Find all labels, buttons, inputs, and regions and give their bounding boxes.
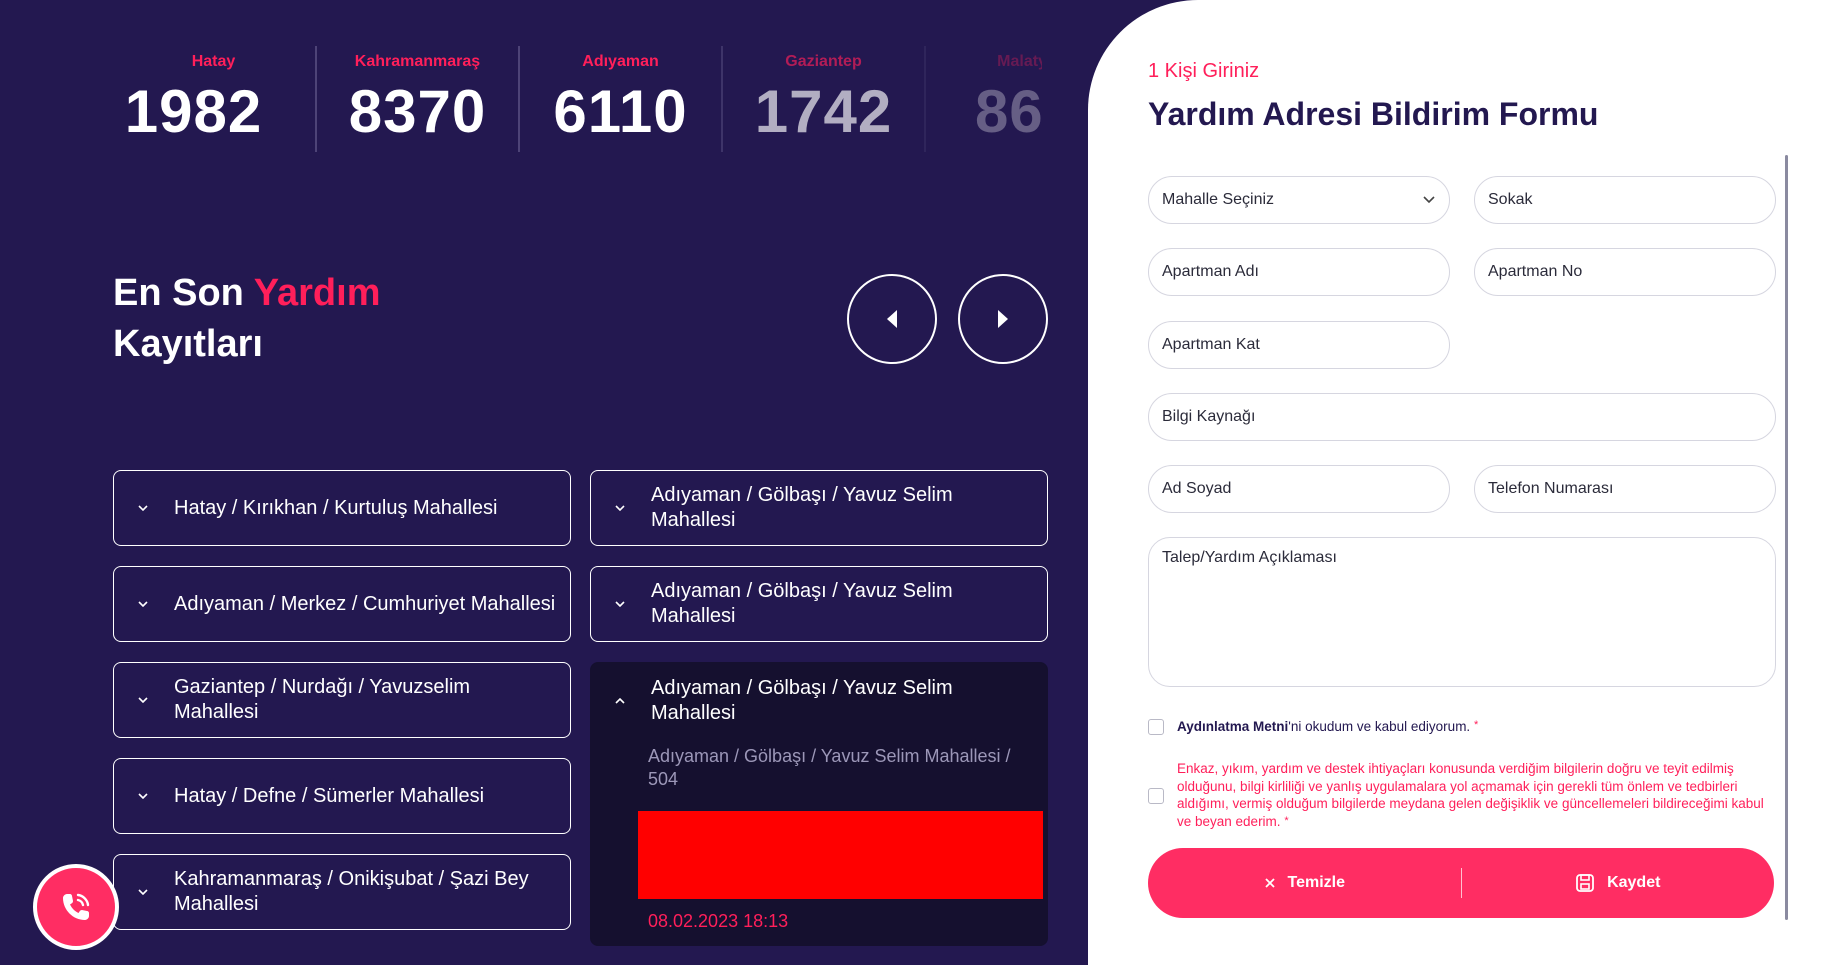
stat-adiyaman: Adıyaman 6110	[518, 46, 721, 152]
stat-city: Hatay	[191, 53, 236, 70]
stat-value: 6110	[553, 78, 688, 145]
ad-soyad-input[interactable]	[1162, 480, 1449, 498]
consent-declaration: Enkaz, yıkım, yardım ve destek ihtiyaçla…	[1177, 761, 1764, 829]
mahalle-select[interactable]: Mahalle Seçiniz	[1148, 176, 1450, 224]
bilgi-kaynagi-input[interactable]	[1162, 408, 1775, 426]
stat-city: Kahramanmaraş	[354, 53, 481, 70]
consent-text-2: Enkaz, yıkım, yardım ve destek ihtiyaçla…	[1177, 760, 1767, 830]
stat-kahramanmaras: Kahramanmaraş 8370	[315, 46, 518, 152]
aciklama-textarea[interactable]	[1162, 549, 1775, 669]
apartman-adi-field[interactable]	[1148, 248, 1450, 296]
record-item-open[interactable]: Adıyaman / Gölbaşı / Yavuz Selim Mahalle…	[590, 662, 1048, 946]
stat-value: 1982	[124, 78, 263, 145]
required-mark: *	[1473, 719, 1479, 731]
record-title: Adıyaman / Gölbaşı / Yavuz Selim Mahalle…	[651, 580, 953, 627]
mahalle-select-label: Mahalle Seçiniz	[1162, 191, 1275, 208]
telefon-field[interactable]	[1474, 465, 1776, 513]
record-detail: Adıyaman / Gölbaşı / Yavuz Selim Mahalle…	[648, 746, 1011, 789]
sokak-input[interactable]	[1488, 191, 1775, 209]
stat-gaziantep: Gaziantep 1742	[721, 46, 924, 152]
heading-part-2: Kayıtları	[113, 323, 263, 365]
consent-text-1: Aydınlatma Metni'ni okudum ve kabul ediy…	[1177, 719, 1478, 734]
stat-city: Malatya	[997, 53, 1042, 70]
aciklama-field[interactable]	[1148, 537, 1776, 687]
heading-accent: Yardım	[253, 272, 381, 314]
telefon-input[interactable]	[1488, 480, 1775, 498]
chevron-down-icon	[136, 501, 150, 515]
consent-row-1: Aydınlatma Metni'ni okudum ve kabul ediy…	[1148, 719, 1478, 735]
scrollbar[interactable]	[1785, 155, 1788, 920]
record-title: Adıyaman / Gölbaşı / Yavuz Selim Mahalle…	[651, 484, 953, 531]
phone-call-button[interactable]	[33, 864, 119, 950]
consent-text-rest: 'ni okudum ve kabul ediyorum.	[1288, 719, 1471, 734]
record-title: Hatay / Defne / Sümerler Mahallesi	[174, 784, 485, 807]
chevron-down-icon	[613, 597, 627, 611]
consent-checkbox-1[interactable]	[1148, 719, 1164, 735]
apartman-kat-input[interactable]	[1162, 336, 1449, 354]
record-title: Adıyaman / Merkez / Cumhuriyet Mahallesi	[174, 592, 556, 615]
left-panel: Hatay 1982 Kahramanmaraş 8370 Adıyaman 6…	[0, 0, 1110, 965]
save-label: Kaydet	[1607, 874, 1661, 891]
record-title: Adıyaman / Gölbaşı / Yavuz Selim Mahalle…	[651, 677, 953, 724]
apartman-no-input[interactable]	[1488, 263, 1775, 281]
heading-part-1: En Son	[113, 272, 254, 314]
records-heading: En Son Yardım Kayıtları	[113, 268, 381, 370]
caret-right-icon	[998, 310, 1008, 328]
record-date: 08.02.2023 18:13	[648, 911, 789, 931]
chevron-down-icon	[136, 693, 150, 707]
stat-value: 1742	[754, 78, 893, 145]
clear-label: Temizle	[1287, 874, 1346, 891]
record-item[interactable]: Hatay / Kırıkhan / Kurtuluş Mahallesi	[113, 470, 571, 546]
stat-city: Gaziantep	[785, 53, 862, 70]
record-title: Kahramanmaraş / Onikişubat / Şazi Bey Ma…	[174, 868, 529, 915]
record-item[interactable]: Adıyaman / Gölbaşı / Yavuz Selim Mahalle…	[590, 566, 1048, 642]
record-title: Hatay / Kırıkhan / Kurtuluş Mahallesi	[174, 496, 498, 519]
stat-hatay: Hatay 1982	[112, 46, 315, 152]
record-item[interactable]: Adıyaman / Gölbaşı / Yavuz Selim Mahalle…	[590, 470, 1048, 546]
caret-left-icon	[887, 310, 897, 328]
required-mark: *	[1284, 814, 1289, 827]
chevron-up-icon	[613, 694, 627, 708]
form-title: Yardım Adresi Bildirim Formu	[1148, 96, 1599, 132]
save-button[interactable]: Kaydet	[1462, 848, 1775, 918]
ad-soyad-field[interactable]	[1148, 465, 1450, 513]
form-panel: 1 Kişi Giriniz Yardım Adresi Bildirim Fo…	[1088, 0, 1839, 965]
clear-button[interactable]: Temizle	[1148, 848, 1461, 918]
stat-value: 869	[974, 78, 1042, 145]
stat-city: Adıyaman	[582, 53, 659, 70]
bilgi-kaynagi-field[interactable]	[1148, 393, 1776, 441]
next-button[interactable]	[958, 274, 1048, 364]
record-item[interactable]: Kahramanmaraş / Onikişubat / Şazi Bey Ma…	[113, 854, 571, 930]
record-item[interactable]: Hatay / Defne / Sümerler Mahallesi	[113, 758, 571, 834]
record-item[interactable]: Gaziantep / Nurdağı / Yavuzselim Mahalle…	[113, 662, 571, 738]
stat-value: 8370	[348, 78, 487, 145]
record-item[interactable]: Adıyaman / Merkez / Cumhuriyet Mahallesi	[113, 566, 571, 642]
sokak-field[interactable]	[1474, 176, 1776, 224]
consent-link[interactable]: Aydınlatma Metni	[1177, 719, 1288, 734]
form-action-bar: Temizle Kaydet	[1148, 848, 1774, 918]
record-title: Gaziantep / Nurdağı / Yavuzselim Mahalle…	[174, 676, 471, 723]
chevron-down-icon	[613, 501, 627, 515]
chevron-down-icon	[136, 885, 150, 899]
close-icon	[1264, 877, 1276, 889]
phone-icon	[63, 893, 90, 920]
redacted-block	[638, 811, 1043, 899]
chevron-down-icon	[136, 597, 150, 611]
apartman-kat-field[interactable]	[1148, 321, 1450, 369]
save-icon	[1575, 873, 1595, 893]
consent-row-2: Enkaz, yıkım, yardım ve destek ihtiyaçla…	[1148, 760, 1767, 830]
chevron-down-icon	[136, 789, 150, 803]
prev-button[interactable]	[847, 274, 937, 364]
consent-checkbox-2[interactable]	[1148, 788, 1164, 804]
apartman-adi-input[interactable]	[1162, 263, 1449, 281]
form-kicker: 1 Kişi Giriniz	[1148, 60, 1260, 82]
chevron-down-icon	[1423, 196, 1435, 204]
stats-strip: Hatay 1982 Kahramanmaraş 8370 Adıyaman 6…	[112, 46, 1042, 152]
stat-malatya: Malatya 869	[924, 46, 1042, 152]
apartman-no-field[interactable]	[1474, 248, 1776, 296]
